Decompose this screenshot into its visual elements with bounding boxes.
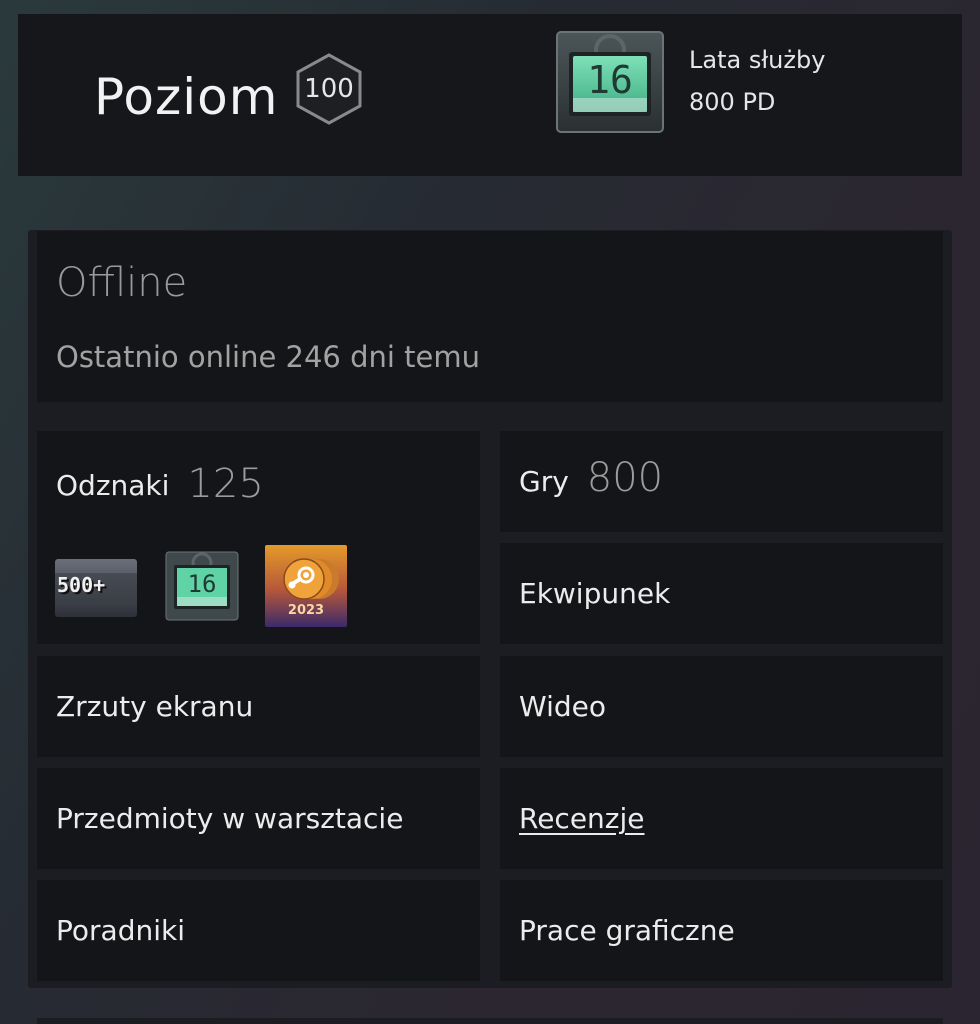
videos-label: Wideo (519, 690, 606, 723)
steam-2023-badge-icon[interactable]: 2023 (265, 545, 347, 627)
years-of-service-title: Lata służby (689, 46, 826, 74)
bottom-divider (37, 1018, 943, 1024)
inventory-link[interactable]: Ekwipunek (500, 543, 943, 644)
videos-link[interactable]: Wideo (500, 656, 943, 757)
years-of-service-badge-icon[interactable]: 16 (555, 30, 665, 134)
workshop-items-link[interactable]: Przedmioty w warsztacie (37, 768, 480, 869)
screenshots-label: Zrzuty ekranu (56, 690, 254, 723)
level-value: 100 (304, 74, 354, 104)
badges-label: Odznaki (56, 469, 170, 502)
500-plus-text: 500+ (57, 573, 106, 597)
artwork-label: Prace graficzne (519, 914, 735, 947)
games-link[interactable]: Gry 800 (500, 431, 943, 532)
small-badge-number: 16 (187, 570, 217, 598)
badge-2023-text: 2023 (287, 603, 325, 618)
games-label: Gry (519, 465, 569, 498)
artwork-link[interactable]: Prace graficzne (500, 880, 943, 981)
reviews-link[interactable]: Recenzje (500, 768, 943, 869)
games-count: 800 (586, 454, 664, 501)
inventory-label: Ekwipunek (519, 577, 671, 610)
status-box (37, 231, 943, 402)
badge-number: 16 (587, 58, 633, 102)
guides-link[interactable]: Poradniki (37, 880, 480, 981)
years-of-service-small-badge-icon[interactable]: 16 (165, 551, 239, 621)
reviews-label[interactable]: Recenzje (519, 802, 645, 835)
status-last-online: Ostatnio online 246 dni temu (56, 340, 480, 374)
badges-count: 125 (187, 461, 264, 507)
status-title: Offline (56, 260, 188, 306)
500-plus-badge-icon[interactable]: 500+ (55, 559, 137, 617)
screenshots-link[interactable]: Zrzuty ekranu (37, 656, 480, 757)
guides-label: Poradniki (56, 914, 185, 947)
workshop-items-label: Przedmioty w warsztacie (56, 802, 404, 835)
years-of-service-xp: 800 PD (689, 88, 776, 116)
level-label: Poziom (94, 68, 279, 126)
